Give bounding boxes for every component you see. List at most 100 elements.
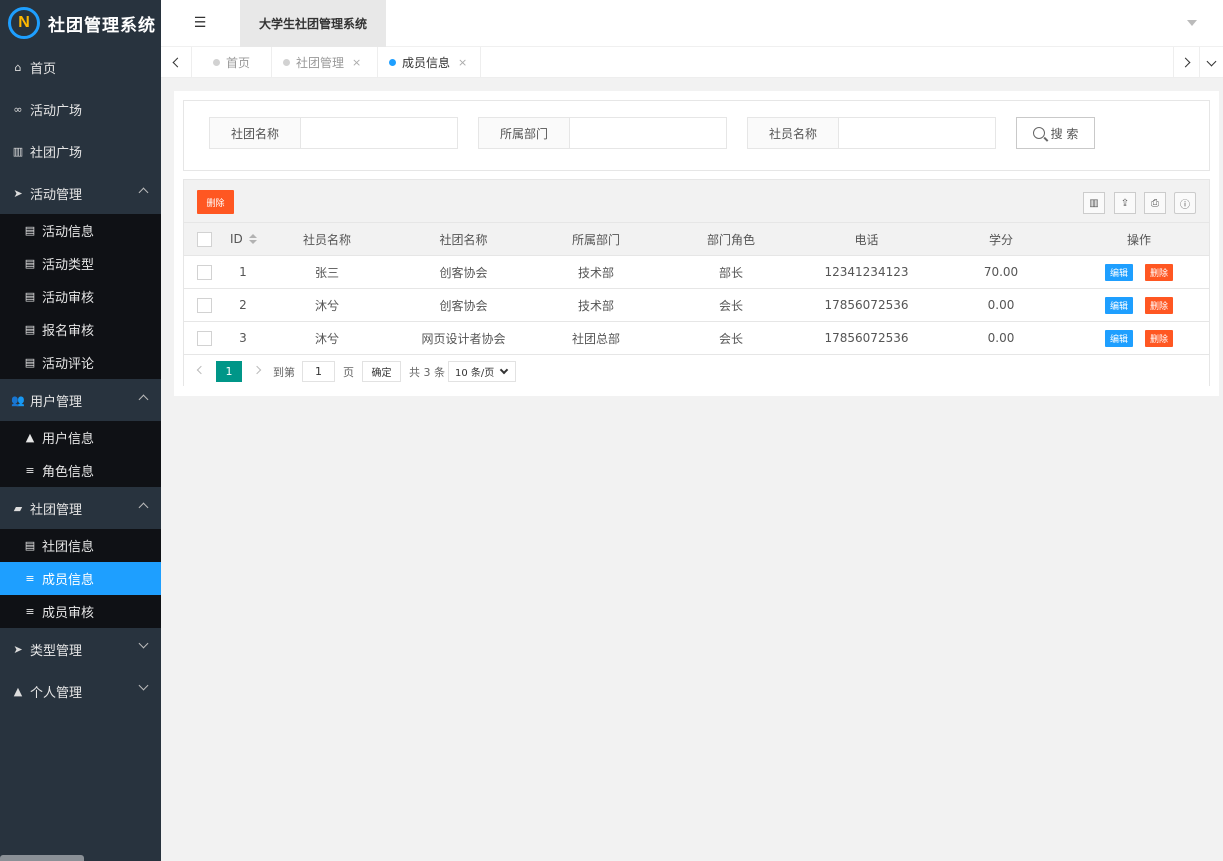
list-icon: ▤ xyxy=(24,323,36,336)
logo-icon: N xyxy=(8,7,40,39)
column-header-id[interactable]: ID xyxy=(230,232,257,246)
activity-submenu: ▤ 活动信息 ▤ 活动类型 ▤ 活动审核 ▤ 报名审核 ▤ 活动评论 xyxy=(0,214,161,379)
tab-club-management[interactable]: 社团管理 × xyxy=(267,47,379,78)
goto-confirm-button[interactable]: 确定 xyxy=(362,361,401,382)
sidebar-item-label: 社团广场 xyxy=(30,145,83,161)
sidebar-subitem-activity-review[interactable]: ▤ 活动审核 xyxy=(0,280,161,313)
row-actions: 编辑 删除 xyxy=(1074,263,1204,281)
sort-icon[interactable] xyxy=(248,234,257,244)
sidebar-scrollbar[interactable] xyxy=(0,855,84,861)
user-dropdown-caret-icon[interactable] xyxy=(1187,20,1197,26)
columns-icon[interactable]: ▥ xyxy=(1083,192,1105,214)
next-page-icon[interactable] xyxy=(252,365,262,375)
sidebar-item-label: 社团管理 xyxy=(30,502,83,518)
current-page-button[interactable]: 1 xyxy=(216,361,242,382)
tab-home[interactable]: 首页 xyxy=(192,47,273,78)
club-name-input[interactable] xyxy=(301,118,457,148)
sidebar-item-club-plaza[interactable]: ▥ 社团广场 xyxy=(0,130,161,172)
bars-icon: ≡ xyxy=(25,464,35,477)
department-input[interactable] xyxy=(570,118,726,148)
row-checkbox[interactable] xyxy=(197,297,212,313)
tab-dot-icon xyxy=(213,59,220,66)
member-name-input[interactable] xyxy=(839,118,995,148)
chevron-down-icon xyxy=(138,680,149,691)
chevron-down-icon xyxy=(138,638,149,649)
print-icon[interactable]: ⎙ xyxy=(1144,192,1166,214)
tab-label: 首页 xyxy=(226,56,251,70)
header-system-title[interactable]: 大学生社团管理系统 xyxy=(240,0,386,47)
delete-button[interactable]: 删除 xyxy=(1145,263,1173,281)
sidebar-item-label: 报名审核 xyxy=(42,324,95,339)
row-checkbox[interactable] xyxy=(197,264,212,280)
list-icon: ▤ xyxy=(24,290,36,303)
sidebar-subitem-member-review[interactable]: ≡ 成员审核 xyxy=(0,595,161,628)
sidebar-item-label: 类型管理 xyxy=(30,643,83,659)
list-icon: ▤ xyxy=(24,257,36,270)
page-label: 页 xyxy=(343,366,354,379)
sidebar-subitem-signup-review[interactable]: ▤ 报名审核 xyxy=(0,313,161,346)
sidebar-subitem-activity-comments[interactable]: ▤ 活动评论 xyxy=(0,346,161,379)
delete-button[interactable]: 删除 xyxy=(1145,329,1173,347)
row-checkbox[interactable] xyxy=(197,330,212,346)
sidebar-subitem-activity-type[interactable]: ▤ 活动类型 xyxy=(0,247,161,280)
sidebar-item-type-management[interactable]: ➤ 类型管理 xyxy=(0,628,161,670)
sidebar-subitem-club-info[interactable]: ▤ 社团信息 xyxy=(0,529,161,562)
info-icon[interactable]: ⓘ xyxy=(1174,192,1196,214)
close-icon[interactable]: × xyxy=(352,56,361,69)
sidebar-item-home[interactable]: ⌂ 首页 xyxy=(0,46,161,88)
close-icon[interactable]: × xyxy=(458,56,467,69)
paper-plane-icon: ➤ xyxy=(13,186,23,200)
batch-delete-button[interactable]: 删除 xyxy=(197,190,234,214)
sidebar-subitem-role-info[interactable]: ≡ 角色信息 xyxy=(0,454,161,487)
row-actions: 编辑 删除 xyxy=(1074,296,1204,314)
goto-label: 到第 xyxy=(273,366,295,379)
search-button[interactable]: 搜 索 xyxy=(1016,117,1095,149)
edit-button[interactable]: 编辑 xyxy=(1105,296,1133,314)
tabs-more-button[interactable] xyxy=(1199,47,1223,78)
tabs-scroll-right-button[interactable] xyxy=(1173,47,1199,78)
sidebar-subitem-activity-info[interactable]: ▤ 活动信息 xyxy=(0,214,161,247)
sidebar-item-club-management[interactable]: ▰ 社团管理 xyxy=(0,487,161,529)
tab-member-info[interactable]: 成员信息 × xyxy=(376,47,482,78)
export-icon[interactable]: ⇪ xyxy=(1114,192,1136,214)
search-icon xyxy=(1032,127,1045,139)
cell-member: 沐兮 xyxy=(314,298,339,313)
delete-button[interactable]: 删除 xyxy=(1145,296,1173,314)
sidebar-item-label: 活动管理 xyxy=(30,187,83,203)
cell-credit: 0.00 xyxy=(987,331,1015,345)
sidebar-item-label: 社团信息 xyxy=(42,540,95,555)
list-icon: ▤ xyxy=(24,224,36,237)
sidebar-item-personal-management[interactable]: ▲ 个人管理 xyxy=(0,670,161,712)
tab-label: 成员信息 xyxy=(402,56,451,70)
edit-button[interactable]: 编辑 xyxy=(1105,329,1133,347)
member-name-field: 社员名称 xyxy=(747,117,996,149)
pagination: 1 到第 1 页 确定 共 3 条 10 条/页 xyxy=(184,355,1209,388)
sidebar-subitem-member-info[interactable]: ≡ 成员信息 xyxy=(0,562,161,595)
total-count: 共 3 条 xyxy=(409,366,445,379)
sidebar-item-activity-management[interactable]: ➤ 活动管理 xyxy=(0,172,161,214)
bicycle-icon: ∞ xyxy=(13,102,23,116)
select-all-checkbox[interactable] xyxy=(197,231,212,247)
sidebar: N 社团管理系统 ⌂ 首页 ∞ 活动广场 ▥ 社团广场 ➤ 活动管理 ▤ 活动信息… xyxy=(0,0,161,861)
cell-member: 沐兮 xyxy=(314,331,339,346)
edit-button[interactable]: 编辑 xyxy=(1105,263,1133,281)
goto-page-input[interactable]: 1 xyxy=(302,361,335,382)
chevron-up-icon xyxy=(138,187,149,198)
sidebar-subitem-user-info[interactable]: ▲ 用户信息 xyxy=(0,421,161,454)
tabs-scroll-left-button[interactable] xyxy=(161,47,192,78)
sidebar-item-label: 个人管理 xyxy=(30,685,83,701)
sidebar-item-label: 活动评论 xyxy=(42,357,95,372)
page-size-select[interactable]: 10 条/页 xyxy=(448,361,516,382)
member-table: 删除 ▥ ⇪ ⎙ ⓘ ID 社员名称 社团名称 所属部门 部门角色 电话 学分 … xyxy=(183,179,1210,388)
tab-label: 社团管理 xyxy=(296,56,345,70)
cell-dept: 技术部 xyxy=(577,298,614,313)
menu-toggle-icon[interactable]: ☰ xyxy=(191,14,209,32)
cell-club: 创客协会 xyxy=(439,298,488,313)
row-actions: 编辑 删除 xyxy=(1074,329,1204,347)
table-row: 2 沐兮 创客协会 技术部 会长 17856072536 0.00 编辑 删除 xyxy=(184,289,1209,322)
prev-page-icon[interactable] xyxy=(196,365,206,375)
chevron-up-icon xyxy=(138,502,149,513)
sidebar-item-activity-plaza[interactable]: ∞ 活动广场 xyxy=(0,88,161,130)
sidebar-item-label: 活动广场 xyxy=(30,103,83,119)
sidebar-item-user-management[interactable]: 👥 用户管理 xyxy=(0,379,161,421)
